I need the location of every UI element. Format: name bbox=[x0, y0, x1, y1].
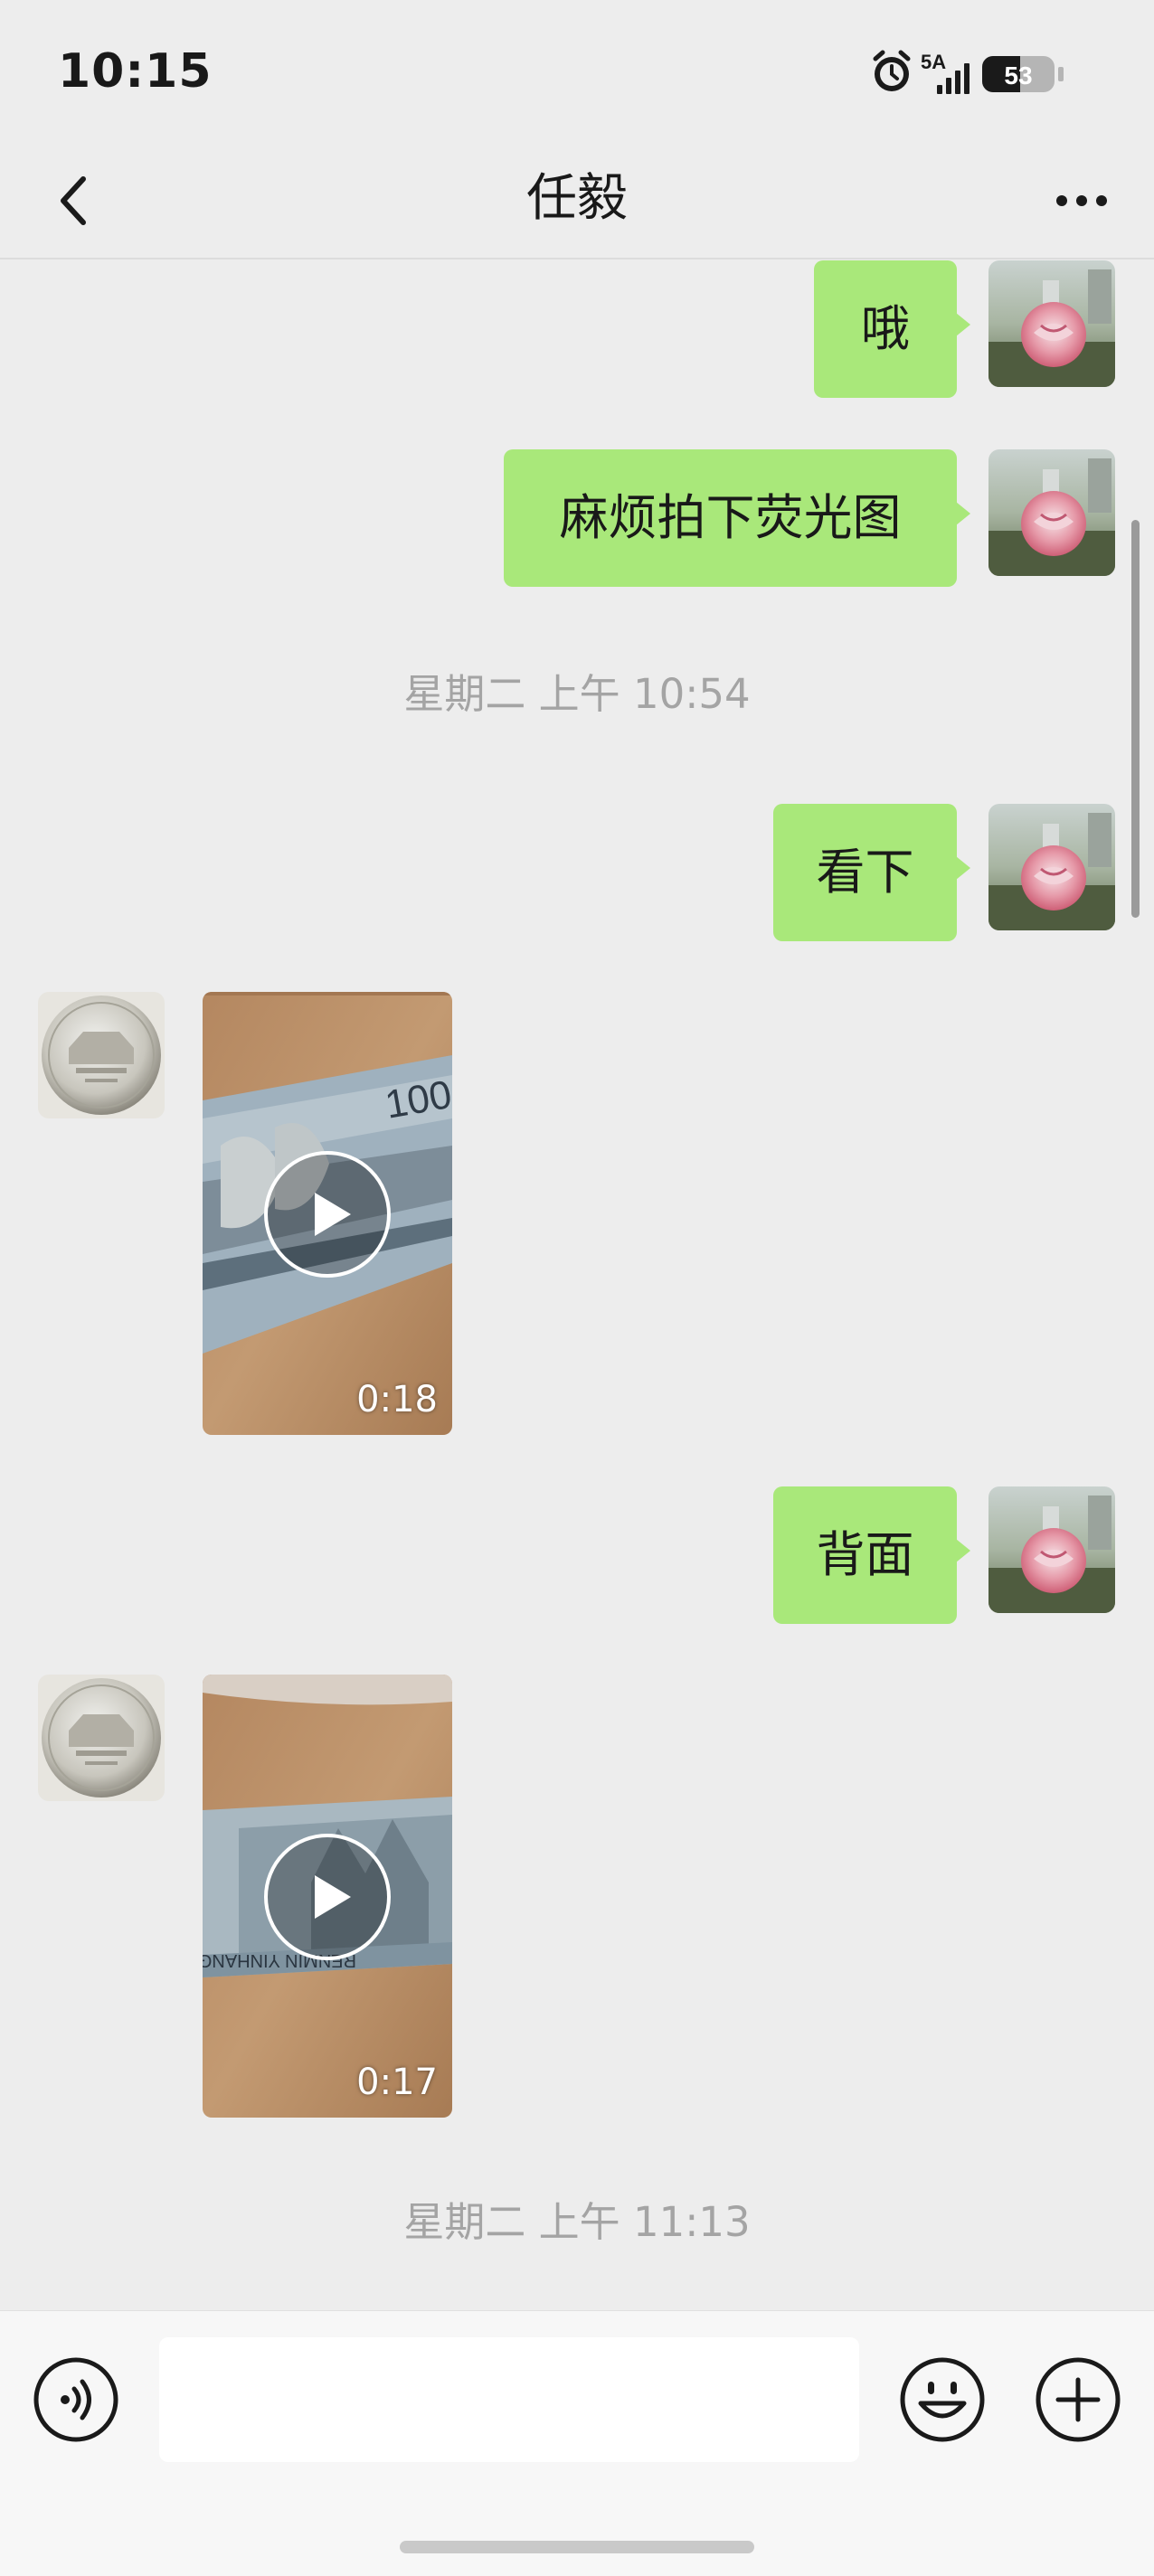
scrollbar[interactable] bbox=[1131, 520, 1140, 918]
my-avatar[interactable] bbox=[988, 804, 1115, 930]
chat-header: 任毅 bbox=[0, 145, 1154, 259]
video-message[interactable]: RENMIN YINHANG 0:17 bbox=[203, 1675, 452, 2118]
message-bubble-out[interactable]: 背面 bbox=[773, 1486, 970, 1624]
play-icon[interactable] bbox=[262, 1832, 393, 1962]
home-indicator[interactable] bbox=[400, 2541, 754, 2553]
timestamp: 星期二 上午 10:54 bbox=[403, 670, 751, 718]
battery-level: 53 bbox=[1004, 61, 1032, 90]
status-time: 10:15 bbox=[58, 44, 213, 99]
voice-icon[interactable] bbox=[33, 2356, 119, 2443]
status-bar: 10:15 5A 53 bbox=[0, 0, 1154, 145]
message-bubble-out[interactable]: 麻烦拍下荧光图 bbox=[504, 449, 970, 587]
message-input[interactable] bbox=[159, 2337, 859, 2462]
chat-title: 任毅 bbox=[526, 169, 628, 228]
alarm-icon bbox=[873, 50, 911, 91]
plus-icon[interactable] bbox=[1035, 2356, 1121, 2443]
message-bubble-out[interactable]: 看下 bbox=[773, 804, 970, 941]
input-bar bbox=[0, 2310, 1154, 2576]
my-avatar[interactable] bbox=[988, 260, 1115, 387]
more-dots-icon[interactable] bbox=[1027, 156, 1136, 246]
battery-icon: 53 bbox=[982, 56, 1064, 92]
contact-avatar[interactable] bbox=[38, 992, 165, 1118]
message-bubble-out[interactable]: 哦 bbox=[814, 260, 970, 398]
chevron-left-icon[interactable] bbox=[36, 156, 118, 246]
status-icons: 5A 53 bbox=[873, 50, 1064, 94]
timestamp: 星期二 上午 11:13 bbox=[403, 2198, 751, 2246]
play-icon[interactable] bbox=[262, 1149, 393, 1279]
contact-avatar[interactable] bbox=[38, 1675, 165, 1801]
my-avatar[interactable] bbox=[988, 449, 1115, 576]
network-label: 5A bbox=[921, 51, 946, 73]
my-avatar[interactable] bbox=[988, 1486, 1115, 1613]
emoji-icon[interactable] bbox=[899, 2356, 986, 2443]
video-duration: 0:18 bbox=[356, 1379, 438, 1420]
video-duration: 0:17 bbox=[356, 2062, 438, 2103]
video-message[interactable]: 100 0:18 bbox=[203, 992, 452, 1435]
